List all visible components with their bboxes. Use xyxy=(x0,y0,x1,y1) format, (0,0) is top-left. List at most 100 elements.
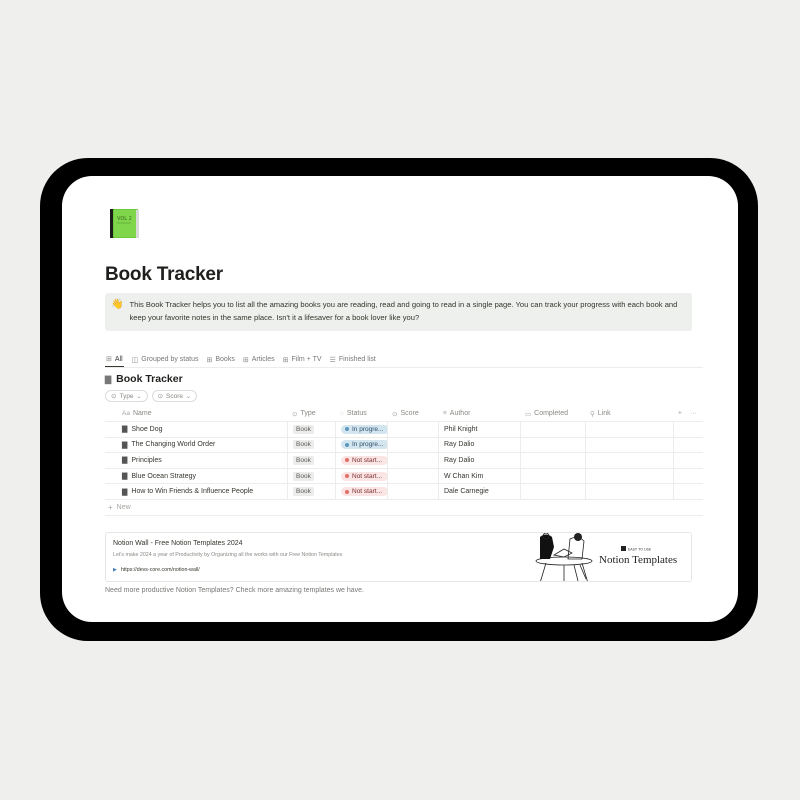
view-tabs: ⊞ All ◫ Grouped by status ⊞ Books ⊞ Arti… xyxy=(105,352,703,368)
table-row[interactable]: ▇ Shoe Dog Book In progre... Phil Knight xyxy=(105,422,703,438)
type-tag[interactable]: Book xyxy=(293,440,314,450)
score-cell[interactable] xyxy=(387,484,438,499)
bookmark-description: Let's make 2024 a year of Productivity b… xyxy=(113,552,343,558)
books-icon: ▇ xyxy=(105,374,112,384)
table-icon: ⊞ xyxy=(106,356,112,363)
column-header-type[interactable]: ⊙ Type xyxy=(287,406,335,421)
column-header-author[interactable]: ≡ Author xyxy=(438,406,520,421)
author-cell[interactable]: Dale Carnegie xyxy=(438,484,520,499)
author-cell[interactable]: Ray Dalio xyxy=(438,437,520,453)
link-cell[interactable] xyxy=(585,422,673,437)
link-cell[interactable] xyxy=(585,453,673,468)
link-cell[interactable] xyxy=(585,468,673,484)
footer-text: Need more productive Notion Templates? C… xyxy=(105,587,364,594)
page-title: Book Tracker xyxy=(105,264,223,285)
status-badge[interactable]: In progre... xyxy=(341,424,387,434)
score-cell[interactable] xyxy=(387,422,438,437)
score-cell[interactable] xyxy=(387,453,438,468)
plus-icon: + xyxy=(108,502,113,512)
book-page-icon: ▇ xyxy=(122,473,128,481)
tab-finished-list[interactable]: ☰ Finished list xyxy=(330,352,376,367)
book-page-icon: ▇ xyxy=(122,457,128,465)
notion-page-screen: VOL 2 Book Tracker 👋 This Book Tracker h… xyxy=(62,176,738,622)
column-header-link[interactable]: ⚲ Link xyxy=(585,406,673,421)
author-cell[interactable]: Phil Knight xyxy=(438,422,520,437)
link-cell[interactable] xyxy=(585,437,673,453)
gallery-icon: ⊞ xyxy=(242,356,249,364)
table-row[interactable]: ▇ How to Win Friends & Influence People B… xyxy=(105,484,703,500)
bookmark-title: Notion Wall - Free Notion Templates 2024 xyxy=(113,540,243,547)
score-cell[interactable] xyxy=(387,468,438,484)
favicon-icon: ▶ xyxy=(113,567,117,573)
bookmark-card[interactable]: Notion Wall - Free Notion Templates 2024… xyxy=(105,532,692,582)
database-title[interactable]: ▇ Book Tracker xyxy=(105,373,183,385)
add-column-button[interactable]: + xyxy=(678,410,682,417)
table-row[interactable]: ▇ Blue Ocean Strategy Book Not start... W… xyxy=(105,468,703,485)
status-badge[interactable]: Not start... xyxy=(341,471,387,481)
gallery-icon: ⊞ xyxy=(282,356,289,364)
bookmark-thumbnail: EASY TO USE Notion Templates xyxy=(526,533,691,581)
text-lines-icon: ≡ xyxy=(443,410,447,417)
completed-cell[interactable] xyxy=(520,453,585,468)
callout-text: This Book Tracker helps you to list all … xyxy=(129,300,678,322)
row-name[interactable]: Shoe Dog xyxy=(131,426,162,433)
tab-grouped-by-status[interactable]: ◫ Grouped by status xyxy=(132,352,199,367)
column-header-name[interactable]: Aa Name xyxy=(105,406,287,421)
link-icon: ⚲ xyxy=(590,410,595,418)
table-header: Aa Name ⊙ Type ◌ Status ⊙ Score ≡ Author… xyxy=(105,406,703,422)
row-name[interactable]: Principles xyxy=(131,457,161,464)
tab-film-tv[interactable]: ⊞ Film + TV xyxy=(283,352,322,367)
completed-cell[interactable] xyxy=(520,484,585,499)
more-options-button[interactable]: ··· xyxy=(690,410,697,417)
new-row-button[interactable]: + New xyxy=(105,500,703,516)
book-page-icon: ▇ xyxy=(122,488,128,496)
type-tag[interactable]: Book xyxy=(293,487,314,497)
database-table: Aa Name ⊙ Type ◌ Status ⊙ Score ≡ Author… xyxy=(105,406,703,516)
people-at-table-illustration: EASY TO USE Notion Templates xyxy=(535,533,677,581)
filter-bar: ⊙ Type ⌄ ⊙ Score ⌄ xyxy=(105,390,201,402)
board-icon: ◫ xyxy=(131,356,139,364)
select-icon: ⊙ xyxy=(157,393,164,400)
row-name[interactable]: The Changing World Order xyxy=(131,441,215,448)
filter-type[interactable]: ⊙ Type ⌄ xyxy=(105,390,148,402)
green-book-icon[interactable]: VOL 2 xyxy=(107,208,141,240)
column-header-score[interactable]: ⊙ Score xyxy=(387,406,438,421)
book-page-icon: ▇ xyxy=(122,426,128,434)
row-name[interactable]: Blue Ocean Strategy xyxy=(131,473,196,480)
tab-articles[interactable]: ⊞ Articles xyxy=(243,352,275,367)
column-header-completed[interactable]: ▭ Completed xyxy=(520,406,585,421)
table-row[interactable]: ▇ The Changing World Order Book In progre… xyxy=(105,437,703,454)
select-property-icon: ⊙ xyxy=(292,410,298,418)
completed-cell[interactable] xyxy=(520,422,585,437)
column-header-status[interactable]: ◌ Status xyxy=(335,406,387,421)
callout-block: 👋 This Book Tracker helps you to list al… xyxy=(105,293,692,331)
text-property-icon: Aa xyxy=(122,410,130,417)
chevron-down-icon: ⌄ xyxy=(136,393,142,400)
status-property-icon: ◌ xyxy=(340,410,344,417)
type-tag[interactable]: Book xyxy=(293,455,314,465)
bookmark-url[interactable]: https://devs-core.com/notion-wall/ xyxy=(121,567,200,573)
svg-text:VOL 2: VOL 2 xyxy=(117,216,132,222)
score-cell[interactable] xyxy=(387,437,438,453)
image-title: Notion Templates xyxy=(599,554,677,566)
list-icon: ☰ xyxy=(329,356,336,364)
status-badge[interactable]: In progre... xyxy=(341,440,387,450)
completed-cell[interactable] xyxy=(520,468,585,484)
author-cell[interactable]: Ray Dalio xyxy=(438,453,520,468)
status-badge[interactable]: Not start... xyxy=(341,487,387,497)
type-tag[interactable]: Book xyxy=(293,471,314,481)
select-icon: ⊙ xyxy=(111,393,117,400)
gallery-icon: ⊞ xyxy=(206,356,213,364)
row-name[interactable]: How to Win Friends & Influence People xyxy=(131,488,253,495)
tab-books[interactable]: ⊞ Books xyxy=(206,352,234,367)
completed-cell[interactable] xyxy=(520,437,585,453)
link-cell[interactable] xyxy=(585,484,673,499)
tab-all[interactable]: ⊞ All xyxy=(105,352,124,367)
waving-hand-icon: 👋 xyxy=(111,299,124,310)
type-tag[interactable]: Book xyxy=(293,424,314,434)
status-badge[interactable]: Not start... xyxy=(341,455,387,465)
author-cell[interactable]: W Chan Kim xyxy=(438,468,520,484)
filter-score[interactable]: ⊙ Score ⌄ xyxy=(151,390,198,402)
calendar-icon: ▭ xyxy=(525,410,532,418)
table-row[interactable]: ▇ Principles Book Not start... Ray Dalio xyxy=(105,453,703,469)
